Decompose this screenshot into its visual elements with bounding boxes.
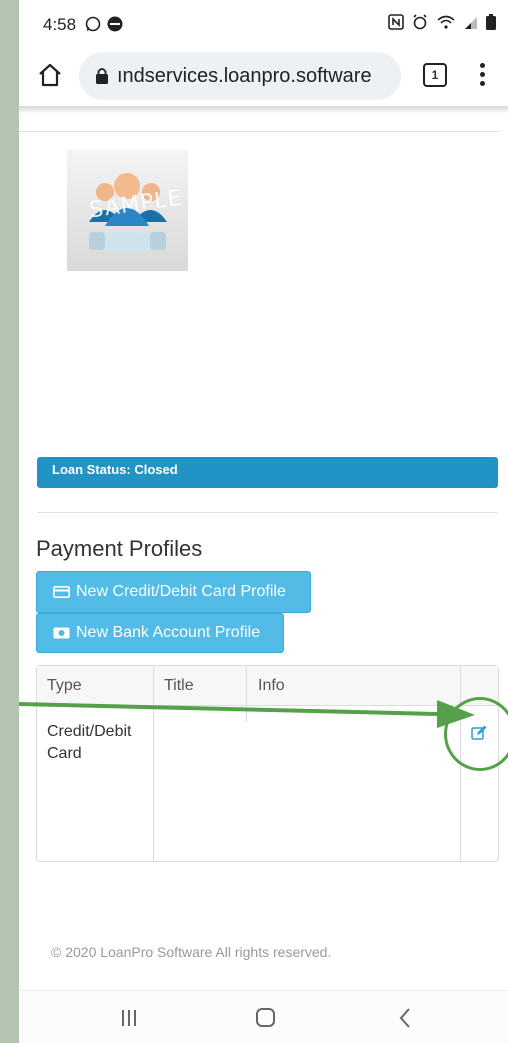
weather-badge-icon	[107, 16, 123, 32]
tab-switcher-button[interactable]: 1	[423, 63, 447, 87]
battery-icon	[486, 14, 496, 30]
whatsapp-icon	[85, 16, 101, 32]
lock-icon	[96, 68, 108, 84]
back-icon[interactable]	[398, 1007, 412, 1029]
cash-icon	[53, 627, 70, 639]
alarm-icon	[413, 14, 427, 30]
system-status-bar: 4:58	[19, 0, 508, 48]
left-background-strip	[0, 0, 19, 1043]
signal-icon	[465, 17, 477, 29]
new-bank-profile-label: New Bank Account Profile	[76, 624, 261, 641]
payment-profiles-heading: Payment Profiles	[36, 536, 203, 561]
copyright-footer: © 2020 LoanPro Software All rights reser…	[51, 944, 332, 960]
loan-status-label: Loan Status: Closed	[52, 462, 178, 477]
divider	[37, 512, 498, 513]
new-card-profile-label: New Credit/Debit Card Profile	[76, 583, 286, 600]
annotation-arrow	[19, 700, 475, 728]
status-time: 4:58	[43, 15, 77, 34]
toolbar-shadow	[19, 106, 508, 114]
wifi-icon	[437, 15, 455, 29]
new-bank-profile-button[interactable]: New Bank Account Profile	[36, 613, 284, 653]
home-icon[interactable]	[37, 62, 63, 88]
system-navigation-bar	[19, 990, 508, 1043]
customer-avatar: SAMPLE	[67, 150, 188, 271]
nfc-icon	[388, 14, 404, 30]
home-nav-icon[interactable]	[256, 1008, 275, 1027]
address-bar[interactable]: ındservices.loanpro.software	[79, 52, 401, 100]
new-card-profile-button[interactable]: New Credit/Debit Card Profile	[36, 571, 311, 613]
credit-card-icon	[53, 586, 70, 598]
annotation-circle	[444, 697, 508, 771]
loan-status-bar: Loan Status: Closed	[37, 457, 498, 488]
browser-toolbar: ındservices.loanpro.software 1	[19, 48, 508, 106]
recent-apps-icon[interactable]	[120, 1010, 138, 1026]
kebab-menu-icon[interactable]	[477, 63, 487, 89]
url-text: ındservices.loanpro.software	[117, 65, 372, 87]
divider	[19, 131, 499, 132]
